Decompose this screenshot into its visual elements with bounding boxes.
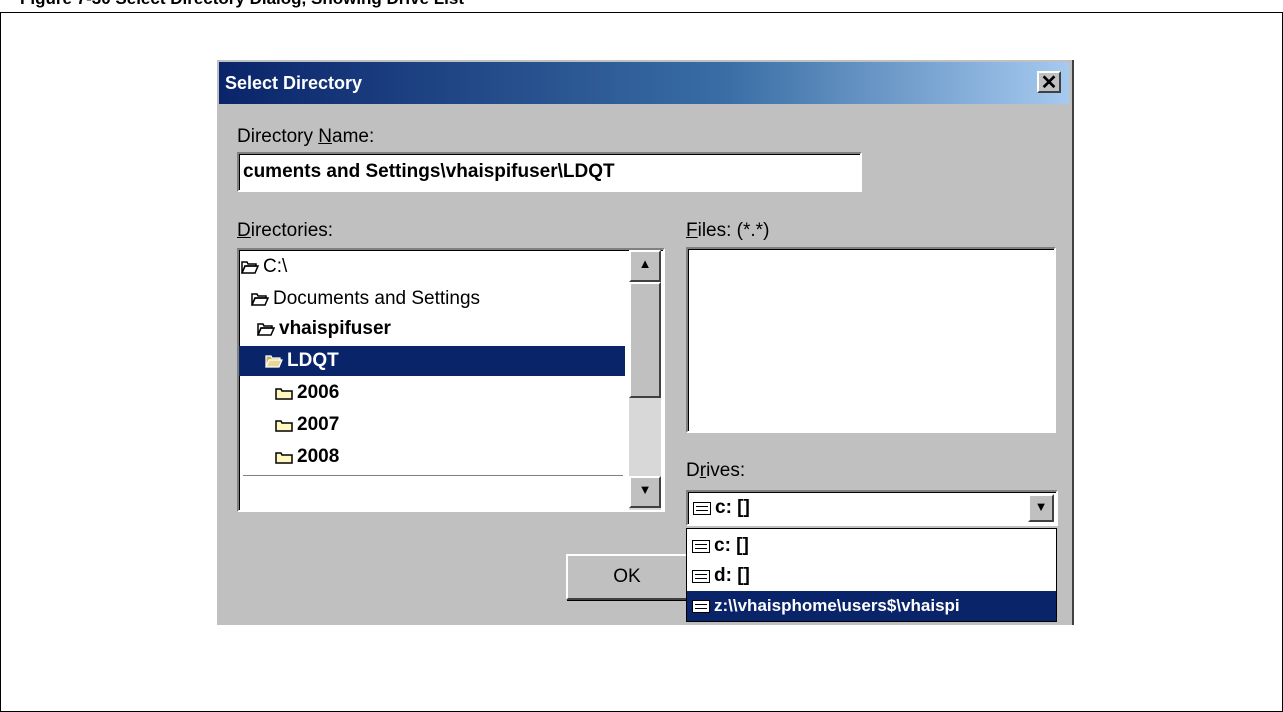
folder-icon	[275, 386, 293, 400]
files-list[interactable]	[686, 247, 1056, 433]
figure-caption: Figure 7-30 Select Directory Dialog, Sho…	[20, 0, 464, 9]
directory-item-label: LDQT	[287, 350, 339, 371]
directory-name-value: cuments and Settings\vhaispifuser\LDQT	[243, 161, 615, 182]
close-button[interactable]: ✕	[1037, 71, 1061, 94]
drives-dropdown-list[interactable]: c: [] d: [] z:\\vhaisphome\users$\vhaisp…	[686, 528, 1057, 622]
directory-item-label: Documents and Settings	[273, 288, 481, 309]
ok-button-label: OK	[613, 566, 641, 587]
directory-item-c-root[interactable]: C:\	[241, 252, 621, 282]
directory-item-label: C:\	[263, 256, 288, 277]
drive-option-c[interactable]: c: []	[687, 531, 1056, 561]
scroll-thumb[interactable]	[629, 282, 661, 398]
directory-item-2008[interactable]: 2008	[275, 442, 621, 472]
chevron-down-icon: ▼	[1034, 499, 1048, 514]
drives-label: Drives:	[686, 460, 746, 481]
arrow-down-icon: ▼	[638, 482, 652, 497]
directory-name-label: Directory Name:	[237, 126, 375, 147]
directory-item-ldqt[interactable]: LDQT	[239, 346, 625, 376]
scroll-up-button[interactable]: ▲	[629, 250, 661, 282]
arrow-up-icon: ▲	[638, 256, 652, 271]
open-folder-icon	[251, 292, 269, 306]
drives-combobox[interactable]: c: [] ▼	[686, 490, 1058, 526]
list-divider	[243, 475, 623, 476]
files-label: Files: (*.*)	[686, 220, 770, 241]
close-icon: ✕	[1040, 72, 1058, 94]
drive-option-label: d: []	[714, 565, 750, 586]
directory-item-label: vhaispifuser	[279, 318, 391, 339]
hard-drive-icon	[693, 501, 711, 515]
open-folder-icon	[265, 354, 283, 368]
drives-dropdown-button[interactable]: ▼	[1028, 494, 1054, 522]
directory-item-2007[interactable]: 2007	[275, 410, 621, 440]
directory-item-label: 2008	[297, 446, 340, 467]
open-folder-icon	[257, 322, 275, 336]
title-bar: Select Directory ✕	[219, 62, 1069, 104]
directories-list[interactable]: C:\ Documents and Settings vhaispifuser …	[237, 248, 665, 512]
directory-item-2006[interactable]: 2006	[275, 378, 621, 408]
hard-drive-icon	[692, 539, 710, 553]
folder-icon	[275, 418, 293, 432]
cd-drive-icon	[692, 569, 710, 583]
open-folder-icon	[241, 260, 259, 274]
drive-option-z[interactable]: z:\\vhaisphome\users$\vhaispi	[687, 591, 1056, 621]
folder-icon	[275, 450, 293, 464]
directories-scrollbar[interactable]: ▲ ▼	[629, 250, 661, 510]
directory-item-documents-and-settings[interactable]: Documents and Settings	[251, 284, 621, 314]
dialog-title: Select Directory	[225, 73, 363, 93]
directories-label: Directories:	[237, 220, 334, 241]
directory-name-input[interactable]: cuments and Settings\vhaispifuser\LDQT	[237, 152, 862, 192]
network-drive-icon	[692, 599, 710, 613]
drive-option-label: c: []	[714, 535, 749, 556]
directory-item-label: 2006	[297, 382, 340, 403]
ok-button[interactable]: OK	[566, 554, 688, 600]
drives-selected-value: c: []	[693, 497, 750, 519]
directory-item-vhaispifuser[interactable]: vhaispifuser	[257, 314, 621, 344]
drive-option-label: z:\\vhaisphome\users$\vhaispi	[714, 596, 960, 615]
directory-item-label: 2007	[297, 414, 340, 435]
scroll-down-button[interactable]: ▼	[629, 476, 661, 508]
drive-option-d[interactable]: d: []	[687, 561, 1056, 591]
